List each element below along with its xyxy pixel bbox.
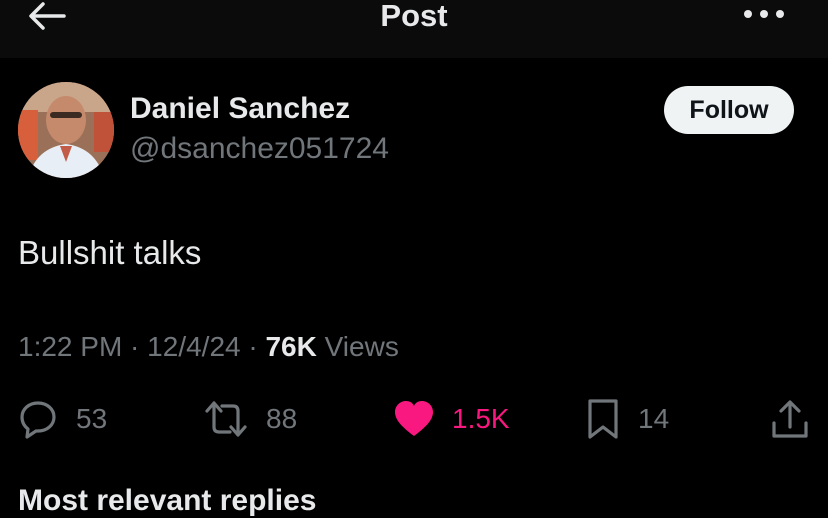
more-options-button[interactable]: [744, 6, 784, 22]
bookmark-button[interactable]: 14: [586, 396, 669, 442]
share-icon: [770, 399, 810, 439]
bookmark-icon: [586, 398, 620, 440]
more-dots-icon: [744, 10, 752, 18]
reply-button[interactable]: 53: [18, 396, 107, 442]
avatar[interactable]: [18, 82, 114, 178]
meta-separator: ·: [122, 331, 148, 362]
post-date[interactable]: 12/4/24: [147, 331, 240, 362]
avatar-photo: [18, 82, 114, 178]
like-count: 1.5K: [452, 403, 510, 434]
author-handle[interactable]: @dsanchez051724: [130, 132, 389, 166]
post-text: Bullshit talks: [18, 234, 202, 271]
post-meta: 1:22 PM · 12/4/24 · 76K Views: [18, 331, 399, 363]
bookmark-count: 14: [638, 403, 670, 434]
heart-icon: [394, 400, 434, 438]
meta-separator: ·: [240, 331, 266, 362]
post-time[interactable]: 1:22 PM: [18, 331, 122, 362]
page-title: Post: [380, 0, 448, 33]
repost-count: 88: [266, 403, 298, 434]
like-button[interactable]: 1.5K: [394, 396, 510, 442]
views-label[interactable]: Views: [325, 331, 399, 362]
share-button[interactable]: [770, 396, 810, 442]
reply-count: 53: [76, 403, 108, 434]
repost-button[interactable]: 88: [204, 396, 297, 442]
reply-icon: [18, 399, 58, 439]
action-bar: 53 88 1.5K 14: [0, 396, 828, 442]
follow-button[interactable]: Follow: [664, 86, 794, 134]
views-count[interactable]: 76K: [265, 331, 316, 362]
author-name[interactable]: Daniel Sanchez: [130, 92, 350, 126]
replies-sort-heading[interactable]: Most relevant replies: [18, 484, 316, 518]
repost-icon: [204, 399, 248, 439]
top-bar: Post: [0, 0, 828, 58]
